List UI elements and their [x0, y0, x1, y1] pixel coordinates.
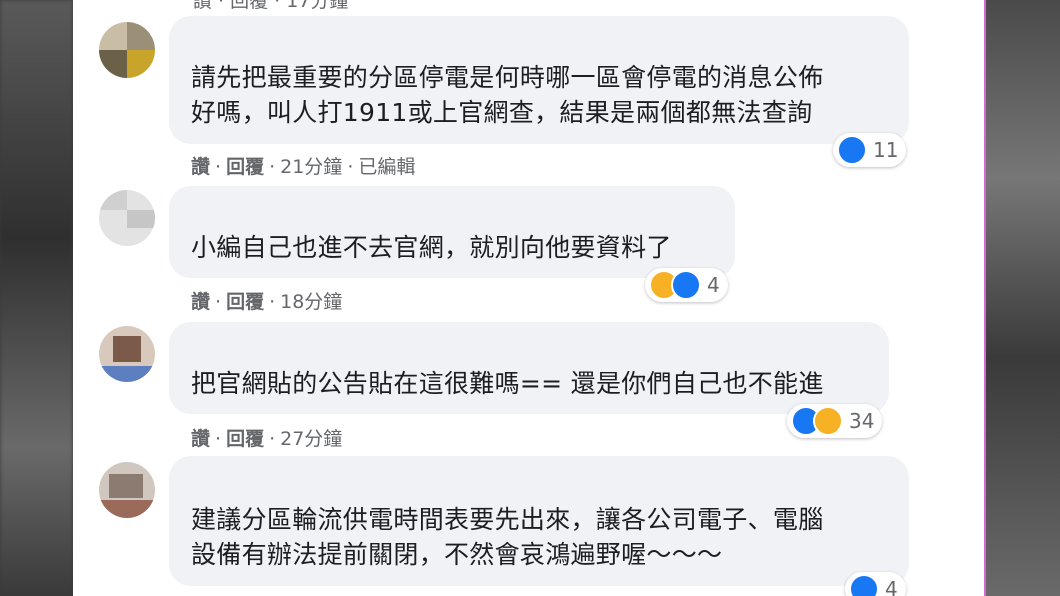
comment-bubble: 請先把最重要的分區停電是何時哪一區會停電的消息公佈 好嗎，叫人打1911或上官網… — [169, 16, 909, 144]
video-background-right — [986, 0, 1060, 596]
reaction-summary[interactable]: 11 — [833, 133, 907, 167]
avatar[interactable] — [99, 22, 155, 78]
frame-edge — [984, 0, 986, 596]
comment-actions: 讚 · 回覆 · 21分鐘 · 已編輯 — [191, 156, 416, 178]
comment-bubble: 建議分區輪流供電時間表要先出來，讓各公司電子、電腦 設備有辦法提前關閉，不然會哀… — [169, 456, 909, 586]
comment-text: 把官網貼的公告貼在這很難嗎== 還是你們自己也不能進 — [191, 369, 824, 398]
comment-text: 設備有辦法提前關閉，不然會哀鴻遍野喔～～～ — [191, 540, 723, 569]
reaction-count: 4 — [885, 577, 898, 596]
haha-reaction-icon — [813, 406, 843, 436]
comment-feed[interactable]: 讚 · 回覆 · 17分鐘 請先把最重要的分區停電是何時哪一區會停電的消息公佈 … — [73, 0, 984, 596]
reply-link[interactable]: 回覆 — [226, 291, 264, 313]
reaction-count: 4 — [707, 273, 720, 297]
edited-label[interactable]: 已編輯 — [358, 156, 415, 178]
like-link[interactable]: 讚 — [191, 291, 210, 313]
comment-actions: 讚 · 回覆 · 18分鐘 — [191, 291, 343, 313]
timestamp[interactable]: 18分鐘 — [280, 291, 342, 313]
timestamp[interactable]: 27分鐘 — [280, 428, 342, 450]
like-reaction-icon — [671, 270, 701, 300]
comment-actions: 讚 · 回覆 · 27分鐘 — [191, 428, 343, 450]
reaction-count: 11 — [873, 138, 899, 162]
like-link[interactable]: 讚 — [191, 428, 210, 450]
video-background-left — [0, 0, 73, 596]
timestamp[interactable]: 21分鐘 — [280, 156, 342, 178]
reaction-count: 34 — [849, 409, 875, 433]
reply-link[interactable]: 回覆 — [226, 156, 264, 178]
avatar[interactable] — [99, 326, 155, 382]
comment-bubble: 小編自己也進不去官網，就別向他要資料了 — [169, 186, 735, 278]
comment-bubble: 把官網貼的公告貼在這很難嗎== 還是你們自己也不能進 — [169, 322, 889, 414]
comment-text: 好嗎，叫人打1911或上官網查，結果是兩個都無法查詢 — [191, 98, 813, 127]
like-reaction-icon — [837, 135, 867, 165]
comment-text: 小編自己也進不去官網，就別向他要資料了 — [191, 233, 672, 262]
like-link[interactable]: 讚 — [191, 156, 210, 178]
reaction-summary[interactable]: 4 — [645, 268, 728, 302]
avatar[interactable] — [99, 190, 155, 246]
like-reaction-icon — [849, 574, 879, 596]
reaction-summary[interactable]: 34 — [787, 404, 883, 438]
reaction-summary[interactable]: 4 — [845, 572, 906, 596]
avatar[interactable] — [99, 462, 155, 518]
comment-text: 請先把最重要的分區停電是何時哪一區會停電的消息公佈 — [191, 63, 824, 92]
comment-text: 建議分區輪流供電時間表要先出來，讓各公司電子、電腦 — [191, 505, 824, 534]
reply-link[interactable]: 回覆 — [226, 428, 264, 450]
previous-comment-actions: 讚 · 回覆 · 17分鐘 — [193, 0, 349, 12]
